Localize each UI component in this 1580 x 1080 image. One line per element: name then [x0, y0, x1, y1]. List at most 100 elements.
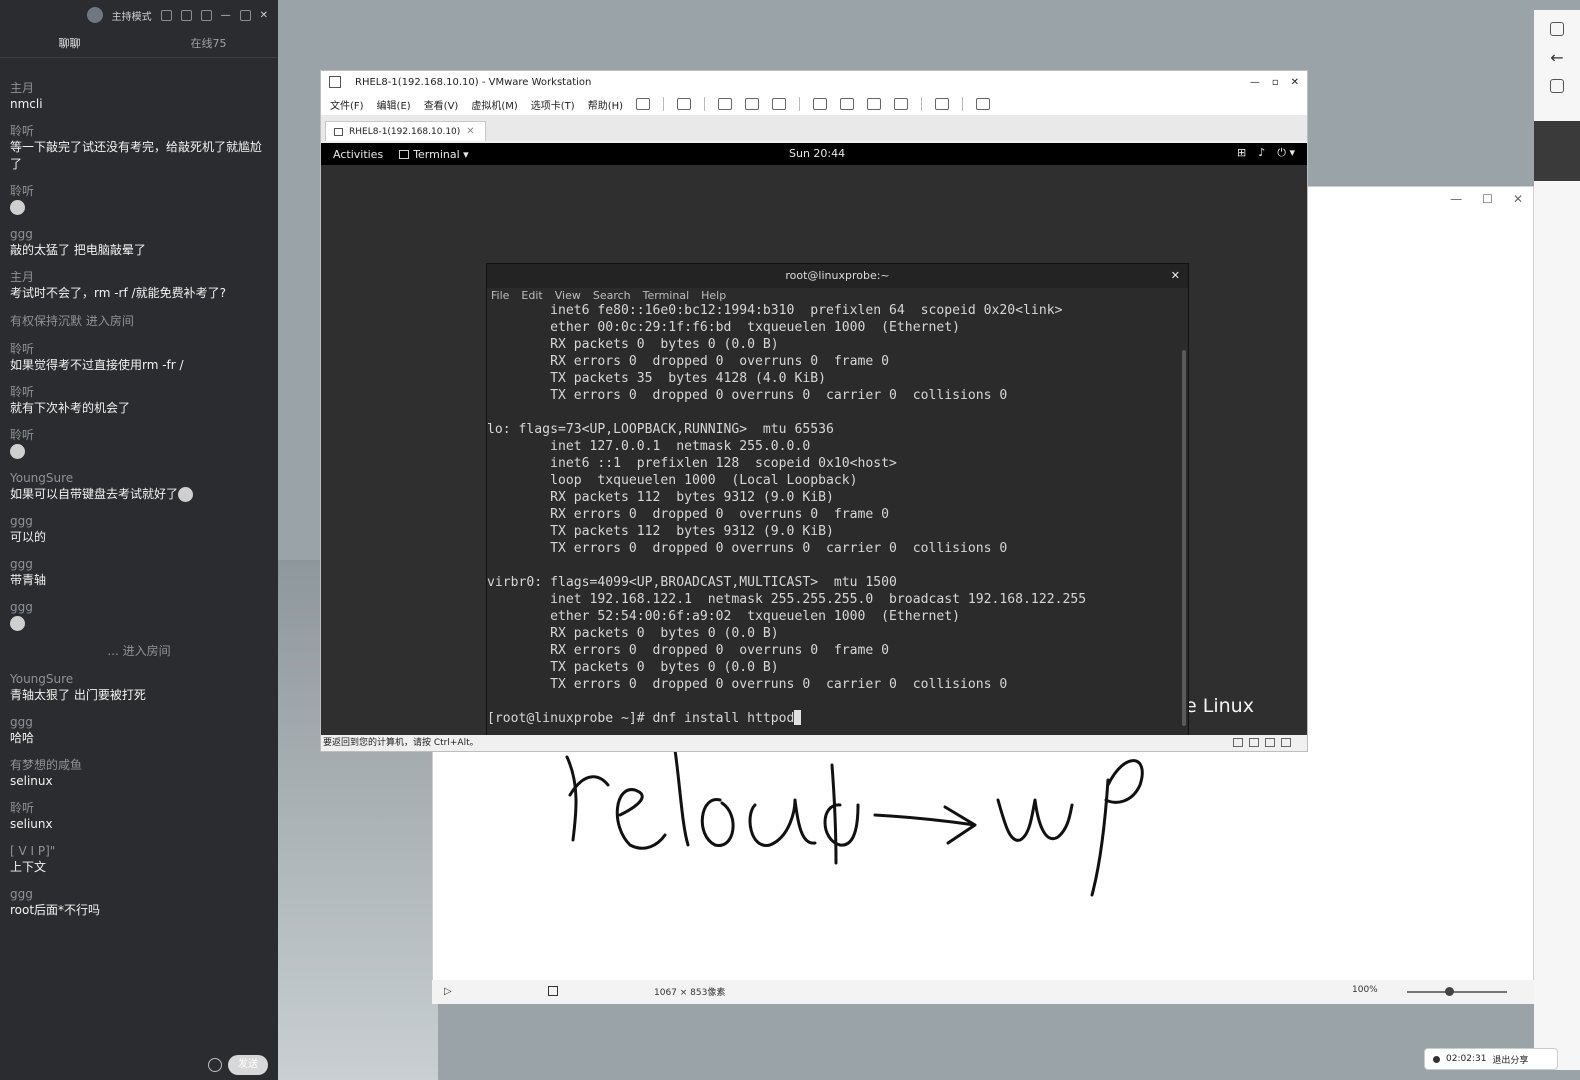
- scrollbar[interactable]: [1182, 350, 1186, 726]
- pointer-icon[interactable]: ▷: [444, 986, 452, 997]
- window-controls: — ▫ ✕: [1250, 77, 1307, 88]
- stretch-icon[interactable]: [976, 98, 991, 110]
- app-menu[interactable]: Terminal ▾: [399, 148, 469, 161]
- terminal-titlebar: root@linuxprobe:~ ✕: [487, 264, 1188, 288]
- guest-screen[interactable]: Activities Terminal ▾ Sun 20:44 ⊞ ♪ ⏻ ▾ …: [321, 143, 1307, 745]
- menu-view[interactable]: View: [555, 288, 581, 304]
- settings-icon[interactable]: [160, 9, 172, 21]
- menu-edit[interactable]: 编辑(E): [377, 97, 411, 112]
- library-icon[interactable]: [813, 98, 828, 110]
- tab-online[interactable]: 在线75: [139, 30, 278, 57]
- message-username[interactable]: 聆听: [10, 183, 268, 199]
- terminal-line: TX packets 112 bytes 9312 (9.0 KiB): [487, 524, 834, 539]
- message-username[interactable]: 主月: [10, 80, 268, 96]
- menu-vm[interactable]: 虚拟机(M): [471, 97, 517, 112]
- message-username[interactable]: ggg: [10, 513, 268, 529]
- thumbnail-icon[interactable]: [840, 98, 855, 110]
- command-line[interactable]: [root@linuxprobe ~]# dnf install httpod: [487, 710, 1182, 727]
- copy-icon[interactable]: [1550, 79, 1564, 93]
- terminal-line: inet 127.0.0.1 netmask 255.0.0.0: [487, 439, 811, 454]
- close-button[interactable]: ✕: [1513, 187, 1523, 211]
- snapshot-manager-icon[interactable]: [772, 98, 787, 110]
- message-username[interactable]: 聆听: [10, 341, 268, 357]
- menu-edit[interactable]: Edit: [521, 288, 542, 304]
- back-arrow-icon[interactable]: ←: [1534, 48, 1580, 67]
- chat-message: 聆听 等一下敲完了试还没有考完，给敲死机了就尴尬了: [10, 123, 268, 173]
- menu-file[interactable]: File: [491, 288, 509, 304]
- message-text: [10, 443, 268, 460]
- close-button[interactable]: ✕: [1291, 77, 1299, 88]
- terminal-window[interactable]: root@linuxprobe:~ ✕ File Edit View Searc…: [486, 263, 1189, 745]
- message-username[interactable]: 聆听: [10, 800, 268, 816]
- chat-input-bar: 发送: [0, 1050, 278, 1080]
- terminal-line: inet6 fe80::16e0:bc12:1994:b310 prefixle…: [487, 304, 1063, 318]
- chat-tabs: 聊聊 在线75: [0, 30, 278, 58]
- message-username[interactable]: 聆听: [10, 384, 268, 400]
- menu-icon[interactable]: [200, 9, 212, 21]
- message-username[interactable]: YoungSure: [10, 671, 268, 687]
- fullscreen-icon[interactable]: [867, 98, 882, 110]
- snapshot-icon[interactable]: [718, 98, 733, 110]
- maximize-button[interactable]: [239, 9, 251, 21]
- message-username[interactable]: [ V I P]": [10, 843, 268, 859]
- chat-message: ggg 敲的太猛了 把电脑敲晕了: [10, 226, 268, 259]
- menu-file[interactable]: 文件(F): [330, 97, 364, 112]
- maximize-button[interactable]: ☐: [1482, 187, 1493, 211]
- vmware-menubar: 文件(F) 编辑(E) 查看(V) 虚拟机(M) 选项卡(T) 帮助(H): [321, 93, 1307, 115]
- menu-search[interactable]: Search: [593, 288, 631, 304]
- chat-message: ggg 可以的: [10, 513, 268, 546]
- network-adapter-icon[interactable]: [1265, 738, 1275, 747]
- close-button[interactable]: ✕: [1171, 264, 1180, 288]
- message-username[interactable]: ggg: [10, 226, 268, 242]
- menu-view[interactable]: 查看(V): [424, 97, 459, 112]
- display-icon[interactable]: [1281, 738, 1291, 747]
- zoom-slider-knob[interactable]: [1445, 987, 1454, 996]
- console-icon[interactable]: [935, 98, 950, 110]
- zoom-slider[interactable]: [1407, 991, 1507, 993]
- message-username[interactable]: YoungSure: [10, 470, 268, 486]
- minimize-button[interactable]: —: [1250, 77, 1260, 88]
- activities-button[interactable]: Activities: [333, 148, 383, 161]
- emoji-icon: [10, 444, 25, 459]
- message-text: 可以的: [10, 529, 268, 546]
- exit-share-button[interactable]: 退出分享: [1492, 1053, 1528, 1066]
- chat-message: 主月 nmcli: [10, 80, 268, 113]
- message-username[interactable]: 主月: [10, 269, 268, 285]
- menu-help[interactable]: Help: [701, 288, 726, 304]
- send-ctrl-alt-del-icon[interactable]: [677, 98, 692, 110]
- clock[interactable]: Sun 20:44: [789, 147, 845, 160]
- tab-chat[interactable]: 聊聊: [0, 30, 139, 57]
- chat-message: 主月 考试时不会了，rm -rf /就能免费补考了?: [10, 269, 268, 302]
- message-username[interactable]: 有梦想的咸鱼: [10, 757, 268, 773]
- revert-snapshot-icon[interactable]: [745, 98, 760, 110]
- pause-icon[interactable]: [636, 98, 651, 110]
- message-username[interactable]: 聆听: [10, 123, 268, 139]
- emoji-icon[interactable]: [208, 1058, 222, 1072]
- unity-icon[interactable]: [894, 98, 909, 110]
- menu-help[interactable]: 帮助(H): [588, 97, 623, 112]
- system-tray[interactable]: ⊞ ♪ ⏻ ▾: [1237, 146, 1295, 160]
- tab-vm[interactable]: RHEL8-1(192.168.10.10) ✕: [325, 121, 486, 141]
- close-button[interactable]: ✕: [260, 10, 268, 21]
- avatar[interactable]: [1550, 22, 1564, 36]
- menu-tabs[interactable]: 选项卡(T): [531, 97, 575, 112]
- cdrom-icon[interactable]: [1249, 738, 1259, 747]
- menu-terminal[interactable]: Terminal: [643, 288, 690, 304]
- chat-message: ggg: [10, 599, 268, 632]
- terminal-output[interactable]: inet6 fe80::16e0:bc12:1994:b310 prefixle…: [487, 304, 1182, 734]
- maximize-button[interactable]: ▫: [1272, 77, 1279, 88]
- message-username[interactable]: ggg: [10, 556, 268, 572]
- canvas-size-label: 1067 × 853像素: [654, 988, 726, 998]
- chat-panel: 主持模式 — ✕ 聊聊 在线75 主月 nmcli 聆听 等一下敲完了试还没有考完，给…: [0, 0, 278, 1080]
- message-username[interactable]: ggg: [10, 714, 268, 730]
- close-tab-icon[interactable]: ✕: [466, 126, 474, 137]
- minimize-button[interactable]: —: [1450, 187, 1462, 211]
- send-button[interactable]: 发送: [228, 1055, 268, 1075]
- message-username[interactable]: ggg: [10, 599, 268, 615]
- hdd-icon[interactable]: [1233, 738, 1243, 747]
- message-username[interactable]: ggg: [10, 886, 268, 902]
- select-tool-icon[interactable]: [548, 986, 558, 996]
- message-username[interactable]: 聆听: [10, 427, 268, 443]
- popout-icon[interactable]: [180, 9, 192, 21]
- minimize-button[interactable]: —: [221, 10, 231, 21]
